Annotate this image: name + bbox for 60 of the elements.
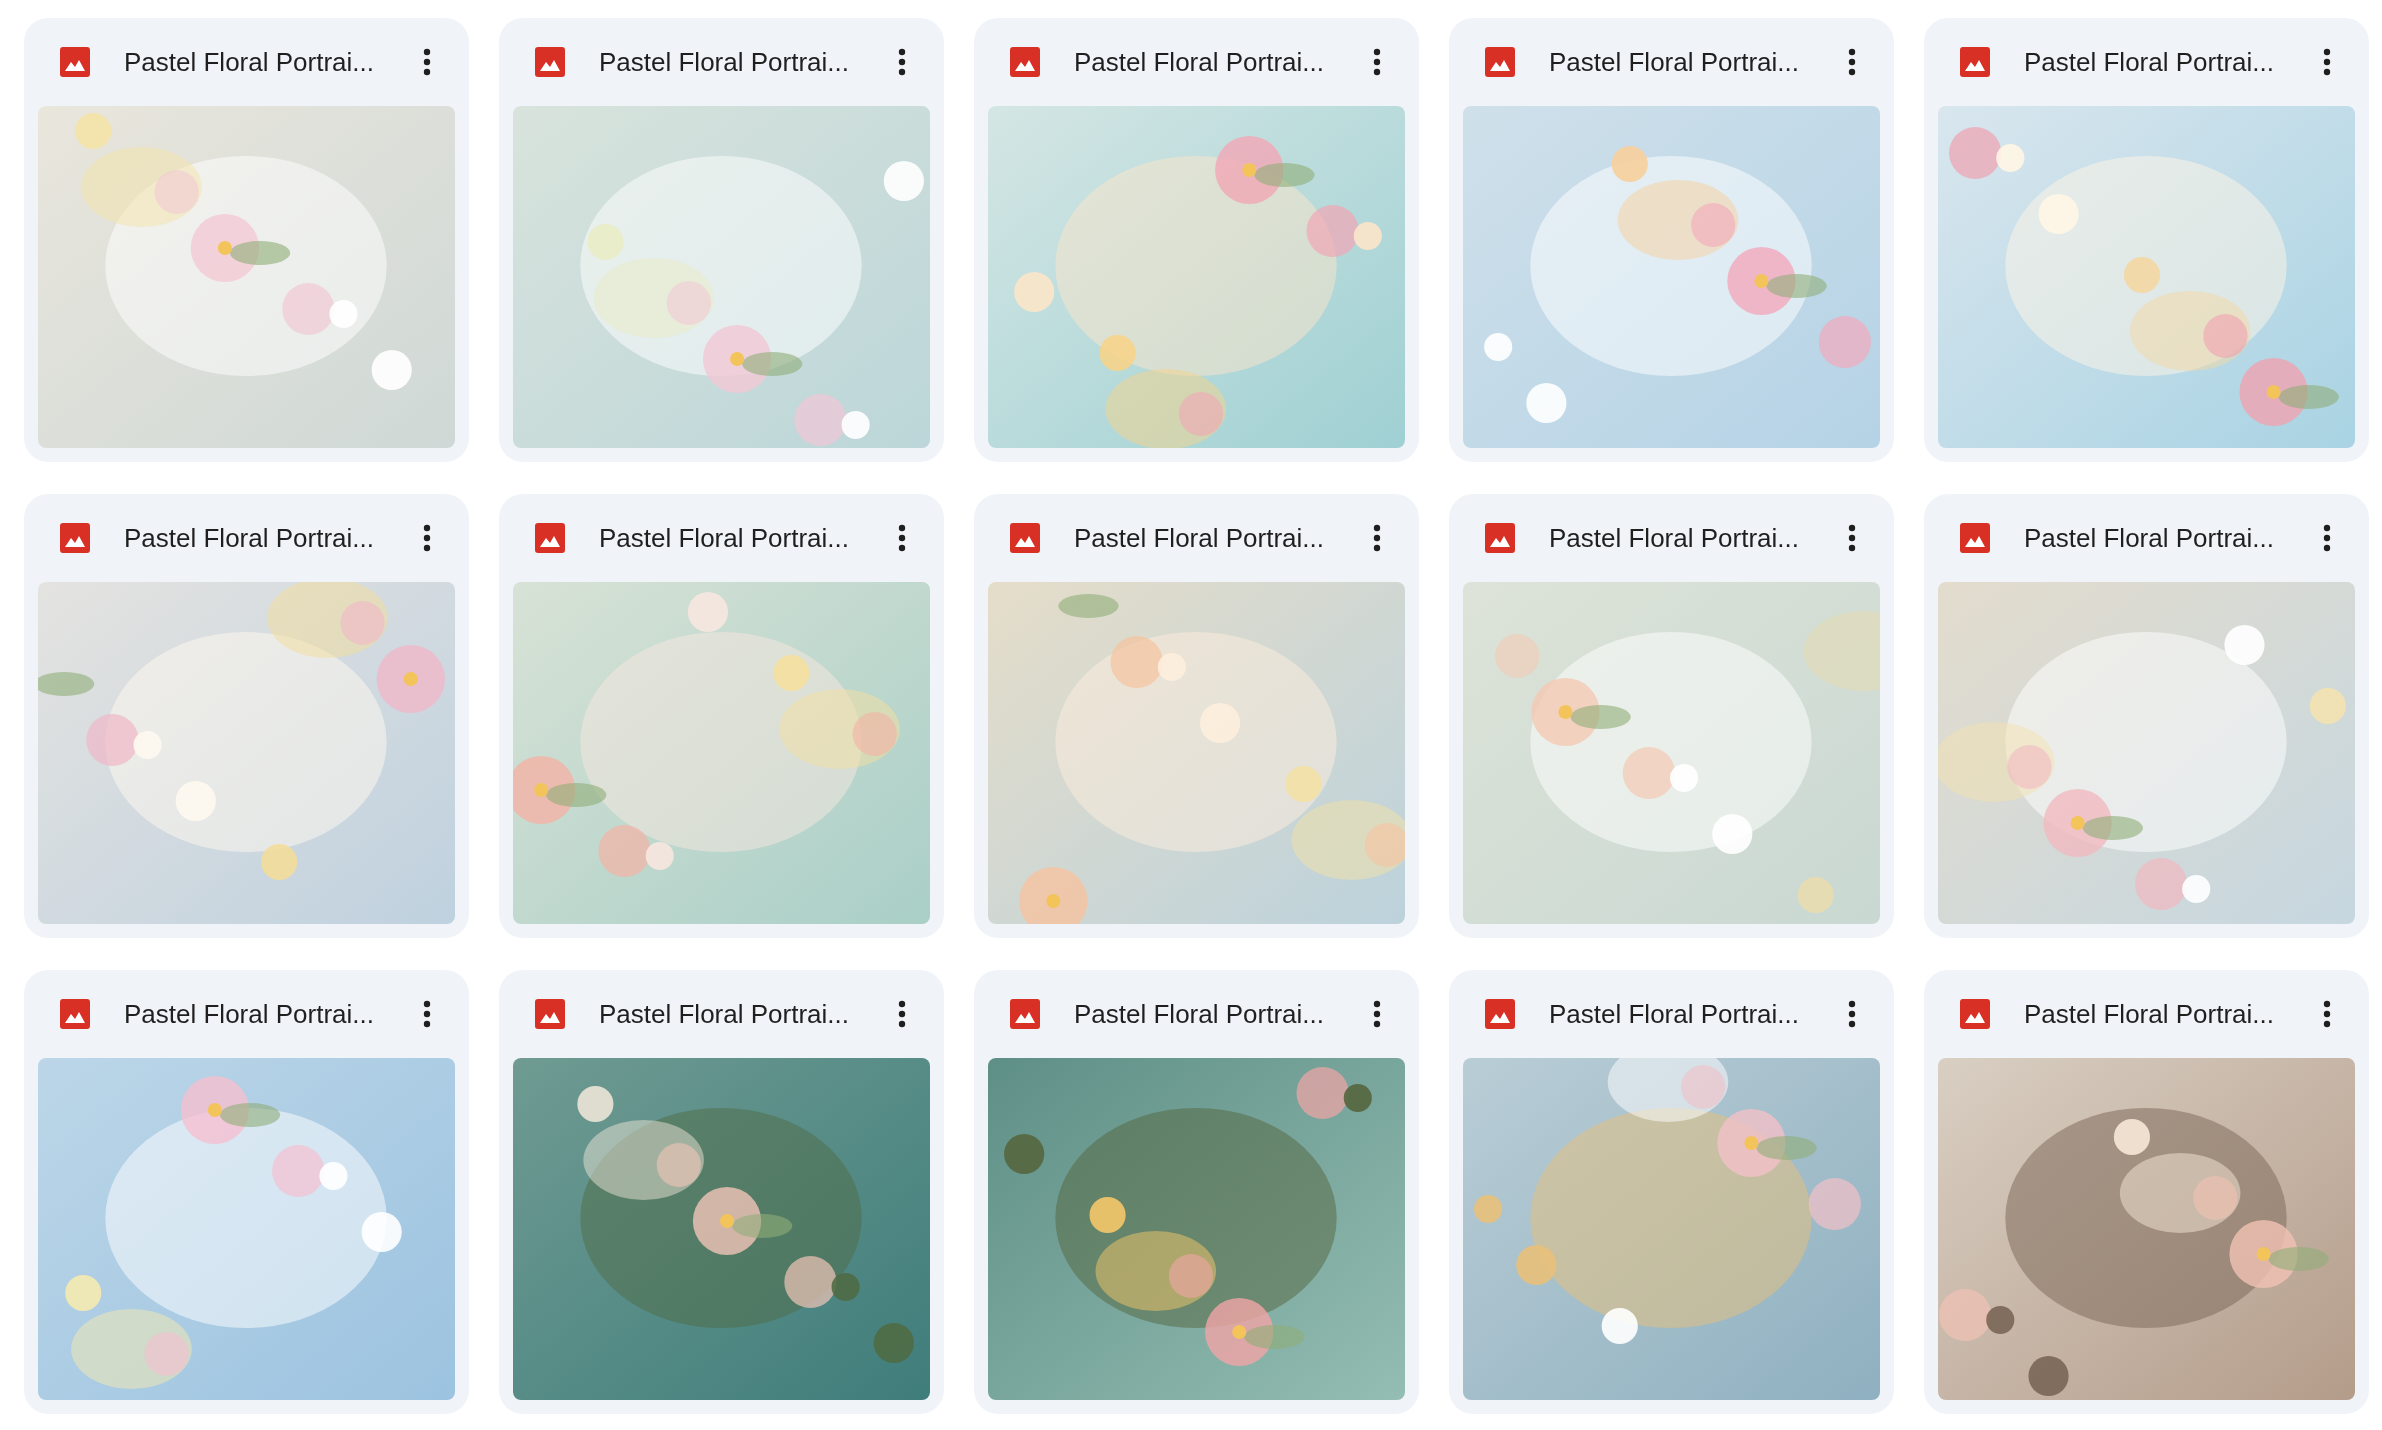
file-name: Pastel Floral Portrai... [124,46,375,78]
file-name: Pastel Floral Portrai... [599,522,850,554]
image-file-icon [535,999,565,1029]
file-card[interactable]: Pastel Floral Portrai... [974,494,1419,938]
image-file-icon [60,47,90,77]
file-card[interactable]: Pastel Floral Portrai... [24,970,469,1414]
image-file-icon [60,999,90,1029]
more-options-icon [423,524,431,552]
file-name: Pastel Floral Portrai... [1074,998,1325,1030]
image-file-icon [1010,999,1040,1029]
file-name: Pastel Floral Portrai... [2024,46,2275,78]
file-name: Pastel Floral Portrai... [1074,522,1325,554]
file-card[interactable]: Pastel Floral Portrai... [1924,18,2369,462]
image-file-icon [1485,999,1515,1029]
image-file-icon [60,523,90,553]
image-file-icon [1010,523,1040,553]
more-options-icon [423,48,431,76]
more-options-icon [1848,48,1856,76]
file-card[interactable]: Pastel Floral Portrai... [974,970,1419,1414]
file-name: Pastel Floral Portrai... [124,998,375,1030]
file-card[interactable]: Pastel Floral Portrai... [1449,18,1894,462]
file-card[interactable]: Pastel Floral Portrai... [499,494,944,938]
file-name: Pastel Floral Portrai... [2024,522,2275,554]
image-file-icon [1960,523,1990,553]
more-options-icon [1373,48,1381,76]
file-card[interactable]: Pastel Floral Portrai... [24,18,469,462]
image-file-icon [1485,47,1515,77]
image-file-icon [535,523,565,553]
file-name: Pastel Floral Portrai... [2024,998,2275,1030]
file-name: Pastel Floral Portrai... [1074,46,1325,78]
file-name: Pastel Floral Portrai... [1549,998,1800,1030]
image-file-icon [1485,523,1515,553]
file-card[interactable]: Pastel Floral Portrai... [24,494,469,938]
file-card[interactable]: Pastel Floral Portrai... [974,18,1419,462]
file-name: Pastel Floral Portrai... [599,46,850,78]
file-name: Pastel Floral Portrai... [124,522,375,554]
file-card[interactable]: Pastel Floral Portrai... [499,18,944,462]
file-card[interactable]: Pastel Floral Portrai... [1449,494,1894,938]
image-file-icon [1960,47,1990,77]
file-card[interactable]: Pastel Floral Portrai... [1924,970,2369,1414]
more-options-icon [2323,524,2331,552]
image-file-icon [1010,47,1040,77]
image-file-icon [1960,999,1990,1029]
file-card[interactable]: Pastel Floral Portrai... [1924,494,2369,938]
more-options-icon [1848,524,1856,552]
more-options-icon [898,1000,906,1028]
file-name: Pastel Floral Portrai... [599,998,850,1030]
file-card[interactable]: Pastel Floral Portrai... [499,970,944,1414]
file-card[interactable]: Pastel Floral Portrai... [1449,970,1894,1414]
more-options-icon [898,48,906,76]
more-options-icon [898,524,906,552]
more-options-icon [2323,48,2331,76]
more-options-icon [1373,1000,1381,1028]
more-options-icon [1373,524,1381,552]
more-options-icon [1848,1000,1856,1028]
more-options-icon [423,1000,431,1028]
file-name: Pastel Floral Portrai... [1549,522,1800,554]
image-file-icon [535,47,565,77]
file-name: Pastel Floral Portrai... [1549,46,1800,78]
more-options-icon [2323,1000,2331,1028]
